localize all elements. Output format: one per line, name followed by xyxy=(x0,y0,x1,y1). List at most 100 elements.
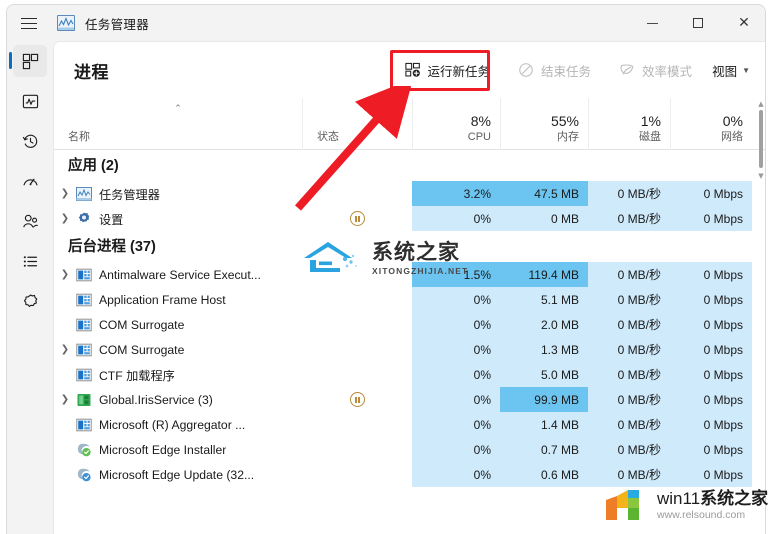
edge-update-icon xyxy=(77,468,91,481)
table-row[interactable]: ❯ 任务管理器 3.2% 47.5 MB 0 MB/秒 0 Mbps xyxy=(54,181,765,206)
sidebar-item-services[interactable] xyxy=(7,281,53,321)
efficiency-mode-button[interactable]: 效率模式 xyxy=(609,55,702,85)
process-table: ⌃ 名称 状态 8% CPU 55% 内存 1% 磁盘 0% 网络 应用 (2)… xyxy=(54,98,765,534)
column-label-name: 名称 xyxy=(68,130,90,143)
cell-cpu: 0% xyxy=(412,412,500,437)
edge-installer-icon xyxy=(76,442,92,458)
sidebar-item-app-history[interactable] xyxy=(7,121,53,161)
table-row[interactable]: ❯ Microsoft Edge Installer 0%0.7 MB0 MB/秒0… xyxy=(54,437,765,462)
process-name-label: Microsoft Edge Update (32... xyxy=(99,467,255,482)
column-header-status[interactable]: 状态 xyxy=(302,98,412,150)
expand-spacer: ❯ xyxy=(54,319,76,330)
column-header-network[interactable]: 0% 网络 xyxy=(670,98,752,150)
cell-memory: 0.6 MB xyxy=(500,462,588,487)
generic-app-icon xyxy=(76,342,92,358)
cell-disk: 0 MB/秒 xyxy=(588,462,670,487)
generic-app-icon xyxy=(76,268,92,281)
list-icon xyxy=(23,255,37,267)
sidebar-item-startup-apps[interactable] xyxy=(7,161,53,201)
cell-memory: 5.1 MB xyxy=(500,287,588,312)
edge-update-icon xyxy=(76,467,92,483)
cell-disk: 0 MB/秒 xyxy=(588,312,670,337)
generic-app-icon xyxy=(76,318,92,331)
column-pct-cpu: 8% xyxy=(470,113,491,130)
cell-disk: 0 MB/秒 xyxy=(588,437,670,462)
run-new-task-button[interactable]: 运行新任务 xyxy=(395,55,501,85)
cell-status xyxy=(302,181,412,206)
table-row[interactable]: ❯ Antimalware Service Execut... 1.5% 119.4 … xyxy=(54,262,765,287)
table-row[interactable]: ❯ COM Surrogate 0% 1.3 MB 0 MB/秒 0 Mbps xyxy=(54,337,765,362)
cell-network: 0 Mbps xyxy=(670,412,752,437)
sidebar-item-users[interactable] xyxy=(7,201,53,241)
taskmgr-icon xyxy=(76,186,92,202)
cell-status xyxy=(302,437,412,462)
window-title: 任务管理器 xyxy=(85,17,150,32)
cell-process-name: ❯ Antimalware Service Execut... xyxy=(54,262,302,287)
cell-network: 0 Mbps xyxy=(670,387,752,412)
scroll-down-arrow[interactable]: ▼ xyxy=(756,172,765,180)
column-header-cpu[interactable]: 8% CPU xyxy=(412,98,500,150)
process-name-label: COM Surrogate xyxy=(99,317,185,332)
cell-network: 0 Mbps xyxy=(670,437,752,462)
cell-cpu: 0% xyxy=(412,287,500,312)
scroll-up-arrow[interactable]: ▲ xyxy=(756,100,765,108)
column-label-memory: 内存 xyxy=(557,130,579,143)
cell-network: 0 Mbps xyxy=(670,287,752,312)
expand-chevron-icon[interactable]: ❯ xyxy=(54,344,76,355)
generic-app-icon xyxy=(76,317,92,333)
taskmgr-icon xyxy=(76,186,92,201)
table-row[interactable]: ❯Microsoft (R) Aggregator ...0%1.4 MB0 M… xyxy=(54,412,765,437)
cell-memory: 119.4 MB xyxy=(500,262,588,287)
settings-icon xyxy=(76,211,92,227)
column-label-cpu: CPU xyxy=(467,130,491,143)
table-row[interactable]: ❯ Application Frame Host 0%5.1 MB0 MB/秒0 M… xyxy=(54,287,765,312)
sidebar-item-processes[interactable] xyxy=(7,41,53,81)
expand-chevron-icon[interactable]: ❯ xyxy=(54,188,76,199)
table-row[interactable]: ❯ COM Surrogate 0%2.0 MB0 MB/秒0 Mbps xyxy=(54,312,765,337)
expand-chevron-icon[interactable]: ❯ xyxy=(54,213,76,224)
minimize-button[interactable] xyxy=(629,5,675,41)
table-row[interactable]: ❯ 设置 0% 0 MB 0 MB/秒 0 Mbps xyxy=(54,206,765,231)
sidebar-item-performance[interactable] xyxy=(7,81,53,121)
end-task-label: 结束任务 xyxy=(541,64,592,79)
pause-icon xyxy=(350,392,365,407)
column-header-name[interactable]: ⌃ 名称 xyxy=(54,98,302,150)
process-group-header: 后台进程 (37) xyxy=(54,231,765,262)
cell-cpu: 0% xyxy=(412,206,500,231)
process-name-label: Application Frame Host xyxy=(99,292,226,307)
expand-chevron-icon[interactable]: ❯ xyxy=(54,394,76,405)
cell-memory: 2.0 MB xyxy=(500,312,588,337)
cell-network: 0 Mbps xyxy=(670,206,752,231)
pause-icon xyxy=(350,211,365,226)
cell-disk: 0 MB/秒 xyxy=(588,412,670,437)
table-row[interactable]: ❯ Global.IrisService (3) 0% 99.9 MB 0 MB/秒 0 … xyxy=(54,387,765,412)
view-button[interactable]: 视图 ▼ xyxy=(702,55,760,85)
sidebar-item-details[interactable] xyxy=(7,241,53,281)
chevron-down-icon: ▼ xyxy=(742,65,750,75)
hamburger-menu-icon[interactable] xyxy=(7,5,51,41)
column-header-memory[interactable]: 55% 内存 xyxy=(500,98,588,150)
history-clock-icon xyxy=(22,134,37,148)
table-row[interactable]: ❯Microsoft Edge Update (32...0%0.6 MB0 M… xyxy=(54,462,765,487)
toolbar: 进程 运行新任务 结束任务 效率模式 视图 ▼ xyxy=(54,42,765,98)
expand-spacer: ❯ xyxy=(54,444,76,455)
maximize-button[interactable] xyxy=(675,5,721,41)
process-name-label: COM Surrogate xyxy=(99,342,185,357)
minimize-icon xyxy=(646,22,658,24)
column-label-status: 状态 xyxy=(317,130,339,143)
expand-spacer: ❯ xyxy=(54,369,76,380)
column-header-disk[interactable]: 1% 磁盘 xyxy=(588,98,670,150)
vertical-scrollbar[interactable]: ▲ ▼ xyxy=(756,100,765,486)
cell-network: 0 Mbps xyxy=(670,181,752,206)
cell-disk: 0 MB/秒 xyxy=(588,287,670,312)
cell-status xyxy=(302,412,412,437)
close-button[interactable]: ✕ xyxy=(721,5,765,41)
cell-cpu: 0% xyxy=(412,437,500,462)
column-label-disk: 磁盘 xyxy=(639,130,661,143)
cell-cpu: 0% xyxy=(412,362,500,387)
table-row[interactable]: ❯ CTF 加载程序 0%5.0 MB0 MB/秒0 Mbps xyxy=(54,362,765,387)
scrollbar-thumb[interactable] xyxy=(759,110,763,168)
end-task-button[interactable]: 结束任务 xyxy=(508,55,601,85)
cell-process-name: ❯ COM Surrogate xyxy=(54,337,302,362)
expand-chevron-icon[interactable]: ❯ xyxy=(54,269,76,280)
